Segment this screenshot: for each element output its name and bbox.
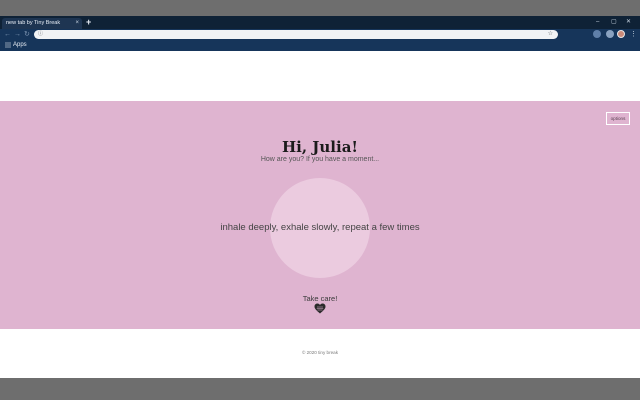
close-tab-icon[interactable]: × (75, 19, 79, 28)
reload-icon[interactable]: ↻ (24, 29, 30, 40)
back-icon[interactable]: ← (4, 29, 11, 40)
bookmarks-bar: Apps (0, 40, 640, 51)
greeting-subtitle: How are you? If you have a moment... (260, 156, 380, 163)
minimize-icon[interactable]: – (596, 16, 599, 29)
apps-bookmark[interactable]: Apps (13, 40, 27, 51)
forward-icon[interactable]: → (14, 29, 21, 40)
bookmark-star-icon[interactable]: ☆ (548, 30, 553, 39)
footer-copyright: © 2020 tiny break (301, 350, 339, 355)
heart-icon (314, 303, 326, 314)
apps-grid-icon[interactable] (5, 42, 11, 48)
browser-tab[interactable]: new tab by Tiny Break × (2, 18, 82, 29)
window-close-icon[interactable]: ✕ (626, 16, 631, 29)
new-tab-button[interactable]: + (86, 16, 91, 29)
breathing-instruction: inhale deeply, exhale slowly, repeat a f… (220, 222, 420, 233)
maximize-icon[interactable]: ▢ (611, 16, 617, 29)
greeting-heading: Hi, Julia! (281, 138, 359, 156)
tab-title: new tab by Tiny Break (6, 20, 61, 26)
profile-avatar-icon[interactable] (617, 30, 625, 38)
page-viewport: options Hi, Julia! How are you? If you h… (0, 51, 640, 378)
menu-kebab-icon[interactable]: ⋮ (630, 29, 637, 40)
options-button[interactable]: options (606, 112, 630, 125)
info-icon[interactable]: ⓘ (38, 30, 43, 39)
address-bar[interactable]: ⓘ ☆ (34, 30, 558, 39)
browser-toolbar: ← → ↻ ⓘ ☆ ⋮ (0, 29, 640, 40)
extension-icon[interactable] (593, 30, 601, 38)
tab-strip: new tab by Tiny Break × + – ▢ ✕ (0, 16, 640, 29)
extension-icon-2[interactable] (606, 30, 614, 38)
